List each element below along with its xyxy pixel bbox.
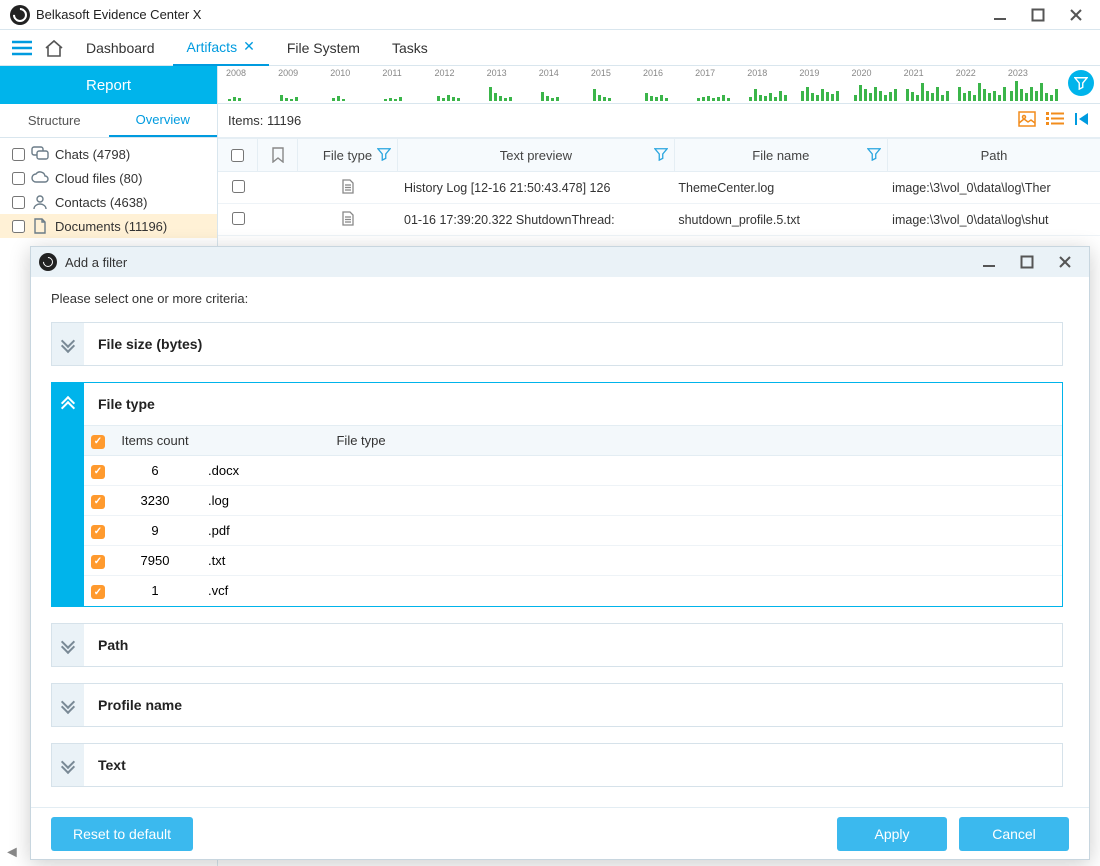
minimize-button[interactable]: [990, 5, 1010, 25]
expand-toggle[interactable]: [52, 744, 84, 786]
nav-tasks[interactable]: Tasks: [378, 30, 442, 66]
tree-label: Documents (11196): [55, 219, 167, 234]
tree-item-contacts[interactable]: Contacts (4638): [0, 190, 217, 214]
col-file-type[interactable]: File type: [198, 426, 524, 456]
app-title: Belkasoft Evidence Center X: [36, 7, 201, 22]
tree-item-documents[interactable]: Documents (11196): [0, 214, 217, 238]
col-text-preview[interactable]: Text preview: [398, 139, 675, 171]
row-checkbox[interactable]: [232, 212, 245, 225]
app-logo-icon: [10, 5, 30, 25]
col-select-all[interactable]: [218, 139, 258, 171]
col-items-count[interactable]: Items count: [112, 426, 198, 456]
table-row[interactable]: History Log [12-16 21:50:43.478] 126Them…: [218, 172, 1100, 204]
file-type-row[interactable]: 7950.txt: [84, 546, 1062, 576]
checkbox-checked-icon[interactable]: [91, 555, 105, 569]
col-file-type[interactable]: File type: [298, 139, 398, 171]
criterion-label: File type: [84, 383, 1062, 425]
nav-dashboard[interactable]: Dashboard: [72, 30, 169, 66]
contact-icon: [31, 193, 49, 211]
funnel-icon[interactable]: [654, 147, 668, 164]
document-icon: [31, 217, 49, 235]
dialog-title: Add a filter: [65, 255, 127, 270]
criterion-file-size[interactable]: File size (bytes): [51, 322, 1063, 366]
tree-checkbox[interactable]: [12, 220, 25, 233]
expand-toggle[interactable]: [52, 323, 84, 365]
thumbnail-view-icon[interactable]: [1018, 111, 1036, 130]
cancel-button[interactable]: Cancel: [959, 817, 1069, 851]
col-file-name[interactable]: File name: [675, 139, 888, 171]
dialog-minimize-button[interactable]: [979, 252, 999, 272]
tab-overview[interactable]: Overview: [109, 104, 218, 137]
nav-artifacts[interactable]: Artifacts✕: [173, 30, 269, 66]
list-view-icon[interactable]: [1046, 111, 1064, 130]
tree-item-cloud[interactable]: Cloud files (80): [0, 166, 217, 190]
criterion-text[interactable]: Text: [51, 743, 1063, 787]
checkbox-checked-icon[interactable]: [91, 465, 105, 479]
checkbox-checked-icon[interactable]: [91, 495, 105, 509]
tree-checkbox[interactable]: [12, 148, 25, 161]
criterion-path[interactable]: Path: [51, 623, 1063, 667]
timeline[interactable]: 2008200920102011201220132014201520162017…: [218, 66, 1100, 104]
col-check-all[interactable]: [84, 426, 112, 456]
file-type-row[interactable]: 6.docx: [84, 456, 1062, 486]
criterion-file-type: File type Items count File type 6.docx32…: [51, 382, 1063, 607]
row-checkbox[interactable]: [232, 180, 245, 193]
criterion-label: Text: [84, 744, 1062, 786]
go-first-icon[interactable]: [1074, 111, 1090, 130]
items-header: Items: 11196: [218, 104, 1100, 138]
tab-structure[interactable]: Structure: [0, 104, 109, 137]
funnel-icon[interactable]: [377, 147, 391, 164]
dialog-title-bar: Add a filter: [31, 247, 1089, 277]
maximize-button[interactable]: [1028, 5, 1048, 25]
tree-checkbox[interactable]: [12, 172, 25, 185]
file-type-row[interactable]: 3230.log: [84, 486, 1062, 516]
apply-button[interactable]: Apply: [837, 817, 947, 851]
close-icon[interactable]: ✕: [243, 38, 255, 55]
tree-label: Chats (4798): [55, 147, 130, 162]
tree-label: Cloud files (80): [55, 171, 142, 186]
checkbox-checked-icon[interactable]: [91, 525, 105, 539]
items-count: Items: 11196: [228, 113, 301, 128]
grid-header: File type Text preview File name Path: [218, 138, 1100, 172]
reset-button[interactable]: Reset to default: [51, 817, 193, 851]
chat-icon: [31, 145, 49, 163]
dialog-close-button[interactable]: [1055, 252, 1075, 272]
funnel-icon[interactable]: [867, 147, 881, 164]
dialog-footer: Reset to default Apply Cancel: [31, 807, 1089, 859]
filter-dialog: Add a filter Please select one or more c…: [30, 246, 1090, 860]
criterion-label: Path: [84, 624, 1062, 666]
dialog-prompt: Please select one or more criteria:: [51, 291, 1069, 306]
report-button[interactable]: Report: [0, 66, 217, 104]
col-path[interactable]: Path: [888, 139, 1100, 171]
tree: Chats (4798) Cloud files (80) Contacts (…: [0, 138, 217, 242]
title-bar: Belkasoft Evidence Center X: [0, 0, 1100, 30]
tree-item-chats[interactable]: Chats (4798): [0, 142, 217, 166]
file-type-table: Items count File type 6.docx3230.log9.pd…: [84, 425, 1062, 606]
criterion-label: File size (bytes): [84, 323, 1062, 365]
file-type-row[interactable]: 9.pdf: [84, 516, 1062, 546]
timeline-filter-button[interactable]: [1068, 70, 1094, 96]
dialog-maximize-button[interactable]: [1017, 252, 1037, 272]
criterion-profile-name[interactable]: Profile name: [51, 683, 1063, 727]
app-logo-icon: [39, 253, 57, 271]
cloud-icon: [31, 169, 49, 187]
tree-checkbox[interactable]: [12, 196, 25, 209]
table-row[interactable]: 01-16 17:39:20.322 ShutdownThread:shutdo…: [218, 204, 1100, 236]
checkbox-checked-icon[interactable]: [91, 585, 105, 599]
close-button[interactable]: [1066, 5, 1086, 25]
expand-toggle[interactable]: [52, 624, 84, 666]
checkbox-checked-icon[interactable]: [91, 435, 105, 449]
col-bookmark[interactable]: [258, 139, 298, 171]
expand-toggle[interactable]: [52, 684, 84, 726]
menu-icon[interactable]: [8, 34, 36, 62]
criterion-label: Profile name: [84, 684, 1062, 726]
file-type-row[interactable]: 1.vcf: [84, 576, 1062, 606]
collapse-toggle[interactable]: [52, 383, 84, 606]
nav-bar: Dashboard Artifacts✕ File System Tasks: [0, 30, 1100, 66]
nav-file-system[interactable]: File System: [273, 30, 374, 66]
tree-label: Contacts (4638): [55, 195, 148, 210]
home-icon[interactable]: [40, 34, 68, 62]
